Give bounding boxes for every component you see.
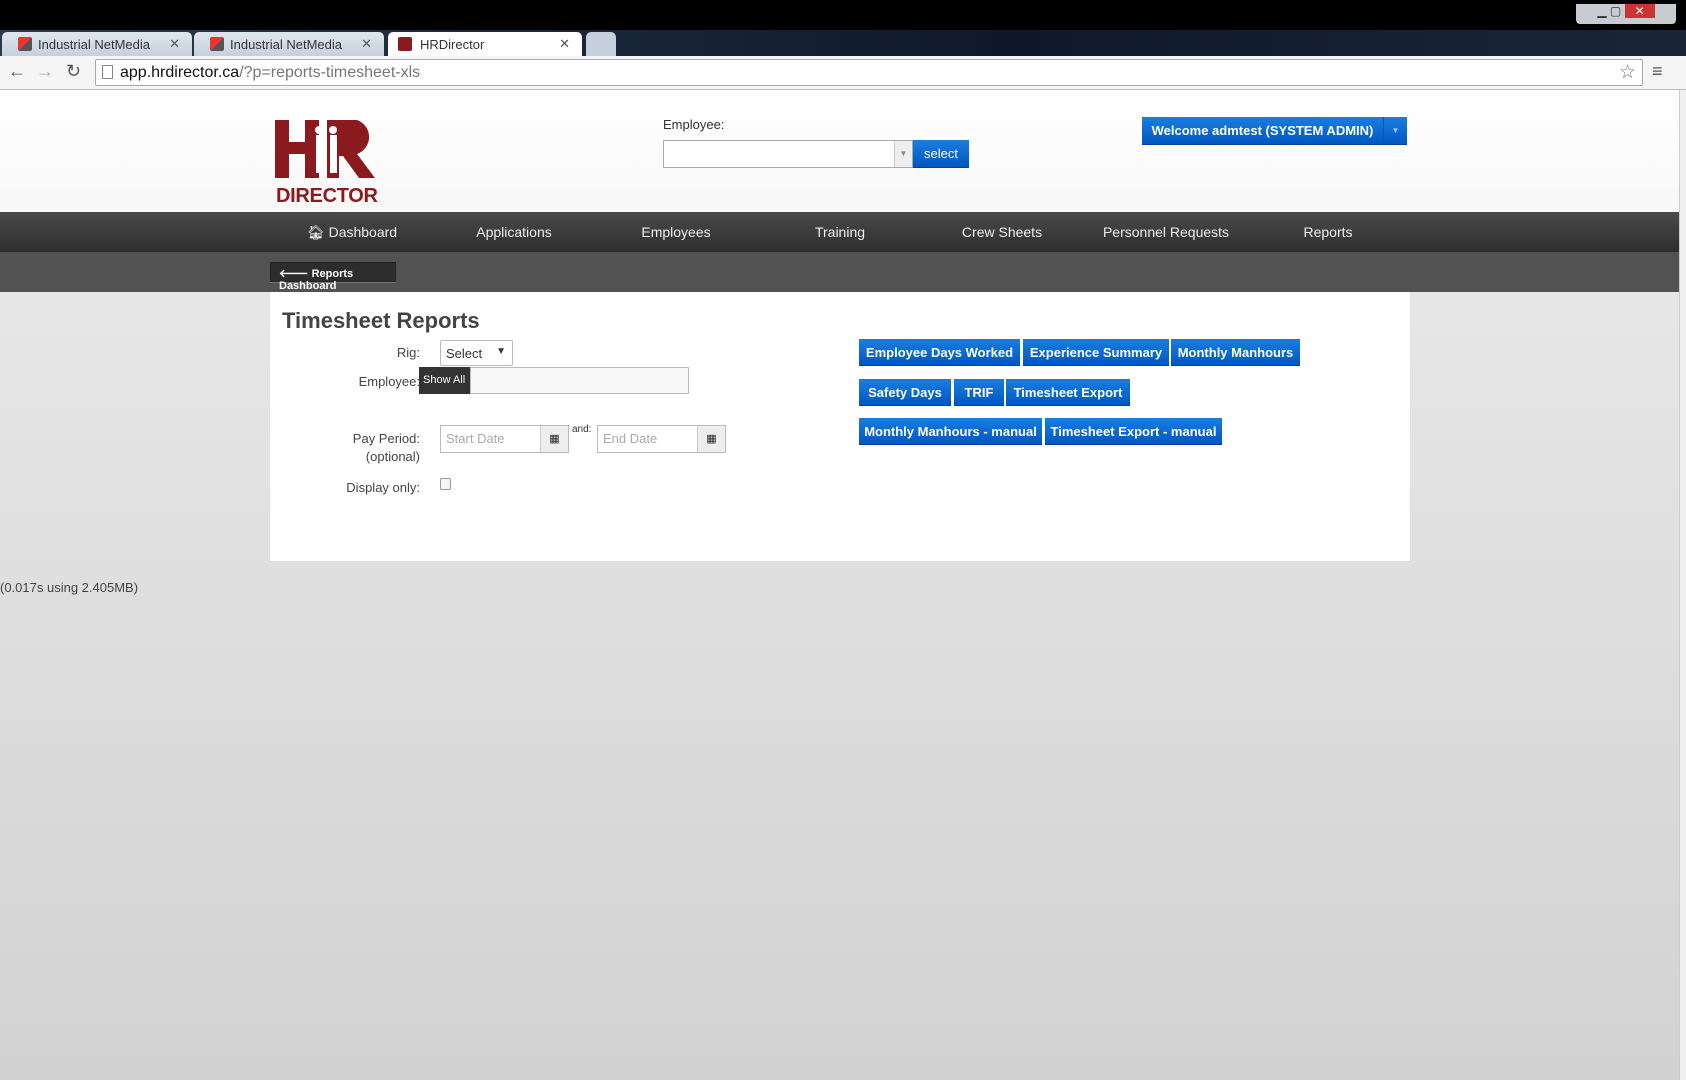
nav-dashboard[interactable]: 🏠︎ Dashboard bbox=[307, 224, 397, 241]
display-only-checkbox[interactable] bbox=[440, 478, 451, 490]
reports-dashboard-button[interactable]: 🡐 Reports Dashboard bbox=[270, 262, 396, 292]
employee-days-worked-button[interactable]: Employee Days Worked bbox=[859, 339, 1020, 366]
rig-select[interactable]: Select ▼ bbox=[440, 340, 513, 366]
svg-text:DIRECTOR: DIRECTOR bbox=[276, 185, 379, 204]
safety-days-button[interactable]: Safety Days bbox=[859, 379, 951, 406]
window-controls[interactable]: ▁ ▢ ✕ bbox=[1576, 4, 1676, 24]
employee-combobox[interactable]: ▼ bbox=[663, 140, 913, 168]
favicon-icon bbox=[18, 37, 32, 51]
chevron-down-icon[interactable]: ▼ bbox=[894, 141, 912, 167]
nav-personnel-requests[interactable]: Personnel Requests bbox=[1103, 224, 1229, 240]
nav-reports[interactable]: Reports bbox=[1303, 224, 1352, 240]
nav-crew-sheets[interactable]: Crew Sheets bbox=[962, 224, 1042, 240]
arrow-right-icon[interactable]: → bbox=[36, 61, 54, 82]
timesheet-export-manual-button[interactable]: Timesheet Export - manual bbox=[1045, 418, 1222, 445]
nav-training[interactable]: Training bbox=[815, 224, 865, 240]
new-tab-button[interactable] bbox=[586, 32, 616, 56]
select-button[interactable]: select bbox=[913, 140, 969, 168]
close-tab-icon[interactable]: ✕ bbox=[169, 36, 180, 52]
and-label: and: bbox=[572, 424, 592, 435]
arrow-left-icon[interactable]: ← bbox=[8, 61, 26, 82]
caret-down-icon: ▼ bbox=[496, 346, 506, 357]
sub-nav: 🡐 Reports Dashboard bbox=[0, 252, 1679, 292]
tab-strip: Industrial NetMedia ✕ Industrial NetMedia… bbox=[0, 4, 1686, 56]
page-icon bbox=[102, 65, 113, 79]
main-nav: 🏠︎ Dashboard Applications Employees Trai… bbox=[0, 212, 1679, 252]
monthly-manhours-manual-button[interactable]: Monthly Manhours - manual bbox=[859, 418, 1042, 445]
pay-period-label: Pay Period: (optional) bbox=[352, 431, 420, 464]
chevron-down-icon[interactable]: ▼ bbox=[1383, 117, 1407, 144]
rig-label: Rig: bbox=[396, 345, 420, 360]
nav-employees[interactable]: Employees bbox=[641, 224, 710, 240]
employee-label: Employee: bbox=[663, 117, 725, 132]
content-panel: Timesheet Reports Rig: Select ▼ Employee:… bbox=[270, 292, 1410, 561]
monthly-manhours-button[interactable]: Monthly Manhours bbox=[1171, 339, 1300, 366]
address-bar[interactable]: app.hrdirector.ca/?p=reports-timesheet-x… bbox=[95, 59, 1643, 86]
scrollbar[interactable] bbox=[1679, 90, 1686, 1080]
hrdirector-favicon-icon bbox=[398, 37, 412, 51]
close-tab-icon[interactable]: ✕ bbox=[361, 36, 372, 52]
browser-tab-active[interactable]: HRDirector ✕ bbox=[388, 32, 582, 56]
calendar-icon[interactable]: ▦ bbox=[540, 426, 568, 452]
display-only-label: Display only: bbox=[346, 480, 420, 495]
arrow-left-icon: 🡐 bbox=[279, 268, 309, 280]
home-icon: 🏠︎ bbox=[306, 224, 325, 240]
timesheet-export-button[interactable]: Timesheet Export bbox=[1006, 379, 1130, 406]
nav-applications[interactable]: Applications bbox=[476, 224, 552, 240]
browser-tab[interactable]: Industrial NetMedia ✕ bbox=[2, 32, 192, 56]
start-date-input[interactable]: Start Date ▦ bbox=[440, 425, 569, 453]
end-date-input[interactable]: End Date ▦ bbox=[597, 425, 726, 453]
show-all-button[interactable]: Show All bbox=[419, 367, 470, 394]
hamburger-icon[interactable]: ≡ bbox=[1652, 61, 1663, 82]
close-tab-icon[interactable]: ✕ bbox=[559, 36, 570, 52]
trif-button[interactable]: TRIF bbox=[954, 379, 1004, 406]
favicon-icon bbox=[210, 37, 224, 51]
calendar-icon[interactable]: ▦ bbox=[697, 426, 725, 452]
render-timing: (0.017s using 2.405MB) bbox=[0, 580, 139, 595]
welcome-user-button[interactable]: Welcome admtest (SYSTEM ADMIN) ▼ bbox=[1142, 117, 1407, 145]
star-icon[interactable]: ☆ bbox=[1619, 61, 1636, 84]
browser-tab[interactable]: Industrial NetMedia ✕ bbox=[194, 32, 384, 56]
hrdirector-logo[interactable]: DIRECTOR bbox=[275, 118, 379, 204]
window-titlebar bbox=[0, 0, 1686, 30]
employee-input[interactable] bbox=[470, 367, 689, 394]
reload-icon[interactable]: ↻ bbox=[66, 61, 81, 82]
page-title: Timesheet Reports bbox=[282, 308, 480, 333]
experience-summary-button[interactable]: Experience Summary bbox=[1023, 339, 1169, 366]
employee-label: Employee: bbox=[358, 374, 420, 389]
